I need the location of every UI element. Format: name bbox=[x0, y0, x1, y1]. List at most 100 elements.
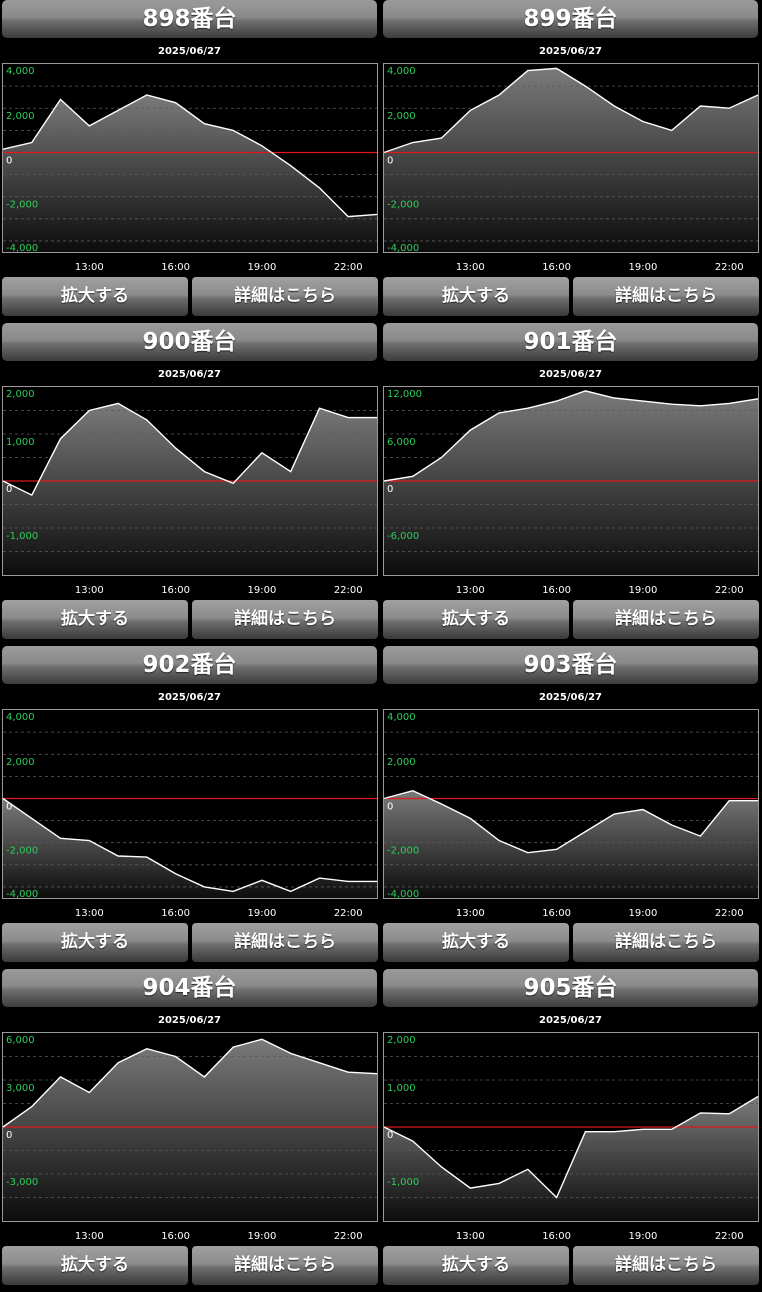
y-tick-label: 4,000 bbox=[387, 66, 416, 77]
chart-date: 2025/06/27 bbox=[158, 692, 221, 703]
y-tick-label: 6,000 bbox=[387, 437, 416, 448]
machine-title[interactable]: 898番台 bbox=[2, 0, 377, 38]
y-tick-label: 12,000 bbox=[387, 389, 422, 400]
machine-title[interactable]: 905番台 bbox=[383, 969, 758, 1007]
x-tick-label: 19:00 bbox=[248, 262, 277, 272]
y-tick-label: 1,000 bbox=[387, 1083, 416, 1094]
chart-date: 2025/06/27 bbox=[539, 1015, 602, 1026]
x-tick-label: 13:00 bbox=[75, 908, 104, 918]
zoom-button[interactable]: 拡大する bbox=[2, 923, 188, 962]
y-tick-label: 0 bbox=[6, 801, 12, 812]
y-tick-label: 0 bbox=[6, 155, 12, 166]
machine-title[interactable]: 901番台 bbox=[383, 323, 758, 361]
y-tick-label: 0 bbox=[387, 1130, 393, 1141]
x-tick-label: 16:00 bbox=[542, 1231, 571, 1241]
y-tick-label: -4,000 bbox=[6, 889, 38, 899]
x-axis-labels: 13:00 16:00 19:00 22:00 bbox=[75, 585, 363, 595]
detail-button[interactable]: 詳細はこちら bbox=[192, 600, 378, 639]
y-tick-label: -4,000 bbox=[387, 243, 419, 253]
x-tick-label: 13:00 bbox=[456, 585, 485, 595]
zoom-button[interactable]: 拡大する bbox=[383, 600, 569, 639]
x-tick-label: 13:00 bbox=[75, 262, 104, 272]
y-tick-label: 0 bbox=[387, 801, 393, 812]
x-tick-label: 13:00 bbox=[456, 908, 485, 918]
chart-date: 2025/06/27 bbox=[539, 692, 602, 703]
detail-button[interactable]: 詳細はこちら bbox=[573, 600, 759, 639]
machine-title[interactable]: 899番台 bbox=[383, 0, 758, 38]
y-tick-label: 0 bbox=[6, 1130, 12, 1141]
x-tick-label: 22:00 bbox=[334, 1231, 363, 1241]
x-axis-labels: 13:00 16:00 19:00 22:00 bbox=[456, 908, 744, 918]
x-tick-label: 13:00 bbox=[456, 1231, 485, 1241]
zoom-button[interactable]: 拡大する bbox=[383, 923, 569, 962]
x-axis-labels: 13:00 16:00 19:00 22:00 bbox=[75, 908, 363, 918]
machine-title[interactable]: 903番台 bbox=[383, 646, 758, 684]
x-tick-label: 16:00 bbox=[542, 585, 571, 595]
zoom-button[interactable]: 拡大する bbox=[2, 600, 188, 639]
zoom-button[interactable]: 拡大する bbox=[2, 1246, 188, 1285]
y-tick-label: 4,000 bbox=[387, 712, 416, 723]
zoom-button[interactable]: 拡大する bbox=[383, 1246, 569, 1285]
y-tick-label: 4,000 bbox=[6, 712, 35, 723]
x-tick-label: 22:00 bbox=[334, 908, 363, 918]
x-tick-label: 22:00 bbox=[334, 262, 363, 272]
x-axis-labels: 13:00 16:00 19:00 22:00 bbox=[75, 262, 363, 272]
y-tick-label: -1,000 bbox=[6, 531, 38, 542]
x-axis-labels: 13:00 16:00 19:00 22:00 bbox=[456, 585, 744, 595]
zoom-button[interactable]: 拡大する bbox=[383, 277, 569, 316]
x-axis-labels: 13:00 16:00 19:00 22:00 bbox=[75, 1231, 363, 1241]
x-tick-label: 19:00 bbox=[248, 908, 277, 918]
x-tick-label: 22:00 bbox=[334, 585, 363, 595]
slump-chart[interactable]: 4,000 2,000 0 -2,000 -4,000 bbox=[2, 63, 378, 253]
machine-title[interactable]: 904番台 bbox=[2, 969, 377, 1007]
x-tick-label: 16:00 bbox=[161, 908, 190, 918]
y-tick-label: -2,000 bbox=[387, 846, 419, 857]
slump-chart[interactable]: 6,0003,0000-3,000-6,000 bbox=[2, 1032, 378, 1222]
y-tick-label: -2,000 bbox=[6, 846, 38, 857]
machine-title[interactable]: 900番台 bbox=[2, 323, 377, 361]
y-tick-label: 4,000 bbox=[6, 66, 35, 77]
x-tick-label: 19:00 bbox=[248, 1231, 277, 1241]
detail-button[interactable]: 詳細はこちら bbox=[192, 923, 378, 962]
slump-chart[interactable]: 4,000 2,000 0 -2,000 -4,000 bbox=[383, 63, 759, 253]
y-tick-label: 2,000 bbox=[387, 1035, 416, 1046]
y-tick-label: -1,000 bbox=[387, 1177, 419, 1188]
zoom-button[interactable]: 拡大する bbox=[2, 277, 188, 316]
chart-date: 2025/06/27 bbox=[539, 46, 602, 57]
y-tick-label: 0 bbox=[6, 484, 12, 495]
slump-chart[interactable]: 4,000 2,000 0 -2,000 -4,000 bbox=[2, 709, 378, 899]
x-tick-label: 13:00 bbox=[75, 1231, 104, 1241]
machine-title[interactable]: 902番台 bbox=[2, 646, 377, 684]
slump-chart[interactable]: 12,0006,0000-6,000-12,000 bbox=[383, 386, 759, 576]
x-tick-label: 19:00 bbox=[629, 908, 658, 918]
x-tick-label: 22:00 bbox=[715, 908, 744, 918]
y-tick-label: 2,000 bbox=[387, 111, 416, 122]
y-tick-label: -2,000 bbox=[6, 200, 38, 211]
y-tick-label: 1,000 bbox=[6, 437, 35, 448]
x-tick-label: 13:00 bbox=[456, 262, 485, 272]
y-tick-label: 3,000 bbox=[6, 1083, 35, 1094]
x-tick-label: 16:00 bbox=[542, 908, 571, 918]
slump-chart[interactable]: 4,000 2,000 0 -2,000 -4,000 bbox=[383, 709, 759, 899]
x-tick-label: 19:00 bbox=[248, 585, 277, 595]
detail-button[interactable]: 詳細はこちら bbox=[573, 1246, 759, 1285]
x-tick-label: 22:00 bbox=[715, 1231, 744, 1241]
detail-button[interactable]: 詳細はこちら bbox=[192, 277, 378, 316]
x-tick-label: 16:00 bbox=[161, 585, 190, 595]
x-tick-label: 22:00 bbox=[715, 262, 744, 272]
x-axis-labels: 13:00 16:00 19:00 22:00 bbox=[456, 262, 744, 272]
chart-date: 2025/06/27 bbox=[158, 1015, 221, 1026]
x-tick-label: 22:00 bbox=[715, 585, 744, 595]
y-tick-label: -4,000 bbox=[387, 889, 419, 899]
slump-chart[interactable]: 2,0001,0000-1,000-2,000 bbox=[2, 386, 378, 576]
chart-date: 2025/06/27 bbox=[539, 369, 602, 380]
y-tick-label: 2,000 bbox=[387, 757, 416, 768]
detail-button[interactable]: 詳細はこちら bbox=[573, 277, 759, 316]
x-tick-label: 16:00 bbox=[161, 1231, 190, 1241]
detail-button[interactable]: 詳細はこちら bbox=[192, 1246, 378, 1285]
x-axis-labels: 13:00 16:00 19:00 22:00 bbox=[456, 1231, 744, 1241]
x-tick-label: 19:00 bbox=[629, 585, 658, 595]
y-tick-label: -4,000 bbox=[6, 243, 38, 253]
detail-button[interactable]: 詳細はこちら bbox=[573, 923, 759, 962]
slump-chart[interactable]: 2,0001,0000-1,000-2,000 bbox=[383, 1032, 759, 1222]
